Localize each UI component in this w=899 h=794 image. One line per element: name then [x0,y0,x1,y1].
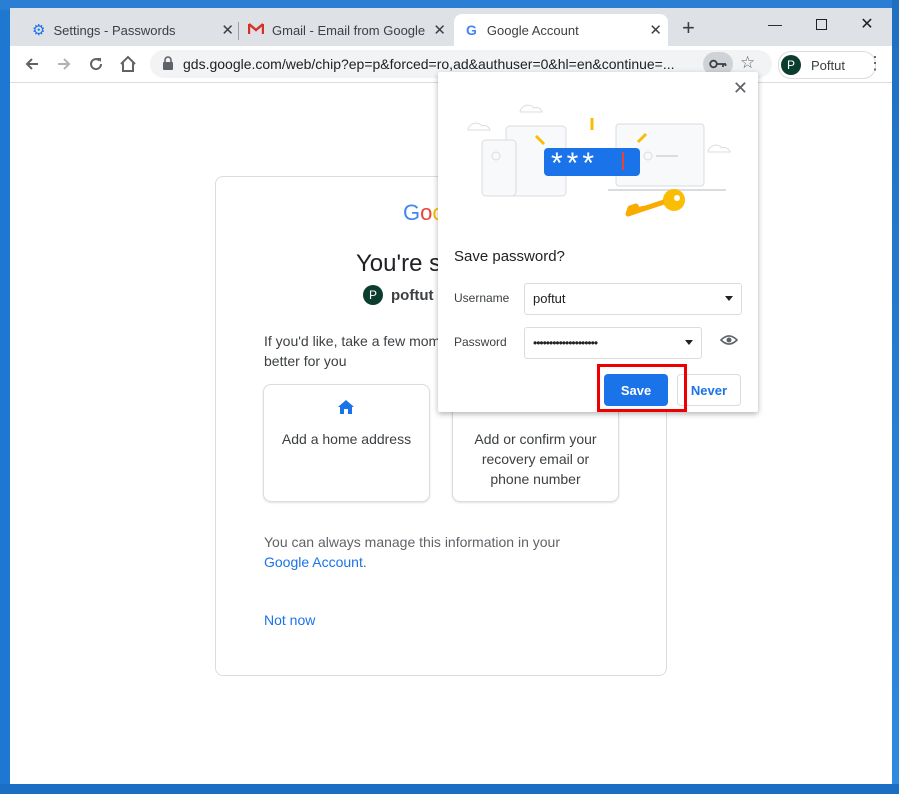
tab-separator [238,22,239,40]
tab-google-account[interactable]: G Google Account ✕ [454,14,668,46]
password-select[interactable]: •••••••••••••••••••• [524,327,702,359]
tab-gmail[interactable]: Gmail - Email from Google ✕ [240,14,452,46]
menu-icon[interactable]: ⋮ [866,54,884,72]
home-icon [120,55,136,72]
manage-text: You can always manage this information i… [264,534,560,550]
maximize-icon [815,18,827,30]
close-icon[interactable]: ✕ [649,21,662,39]
tab-title: Gmail - Email from Google [272,22,426,38]
reload-icon [90,58,103,71]
add-home-address-option[interactable]: Add a home address [263,384,430,502]
desktop-background-bottom [0,784,899,794]
password-value: •••••••••••••••••••• [533,336,598,350]
password-label: Password [454,335,507,349]
svg-text:***: *** [551,147,598,180]
gmail-icon [247,22,265,38]
manage-info-text: You can always manage this information i… [264,534,560,570]
username-label: Username [454,291,510,305]
bookmark-star-icon[interactable]: ☆ [740,53,755,73]
username-value: poftut [533,291,566,306]
account-name: poftut [391,286,434,304]
back-arrow-icon [25,58,38,70]
account-chip: P poftut [363,285,433,305]
new-tab-button[interactable]: + [682,17,695,39]
avatar: P [781,55,801,75]
avatar: P [363,285,383,305]
tab-title: Settings - Passwords [53,22,176,38]
password-illustration: *** [467,104,731,217]
chevron-down-icon [685,340,693,345]
gear-icon: ⚙ [32,22,46,39]
reload-button[interactable] [84,52,108,76]
back-button[interactable] [20,52,44,76]
tab-title: Google Account [486,22,579,38]
intro-text: If you'd like, take a few mom better for… [264,333,441,369]
google-account-link[interactable]: Google Account [264,554,363,570]
close-icon[interactable]: ✕ [433,21,446,39]
option-label: Add a home address [281,431,412,447]
tab-strip: ⚙ Settings - Passwords ✕ Gmail - Email f… [10,8,892,46]
forward-button[interactable] [52,52,76,76]
save-password-dialog: ✕ *** Save password? Username poftut Pas… [438,72,758,412]
lock-icon [163,56,173,70]
desktop-background-right [892,0,899,794]
minimize-button[interactable]: — [752,10,798,38]
home-icon [338,400,354,414]
eye-icon[interactable] [720,334,738,346]
home-button[interactable] [116,52,140,76]
maximize-button[interactable] [798,10,844,38]
profile-button[interactable]: P Poftut [778,51,876,79]
key-icon [709,59,727,69]
highlight-box [597,364,687,412]
chevron-down-icon [725,296,733,301]
page-title: You're s [356,250,442,277]
forward-arrow-icon [58,58,71,70]
not-now-link[interactable]: Not now [264,612,315,628]
profile-name: Poftut [811,57,845,73]
username-select[interactable]: poftut [524,283,742,315]
close-icon[interactable]: ✕ [221,21,234,39]
window-close-button[interactable]: ✕ [844,10,890,38]
google-g-icon: G [466,22,477,38]
tab-settings-passwords[interactable]: ⚙ Settings - Passwords ✕ [18,14,240,46]
url-text: gds.google.com/web/chip?ep=p&forced=ro,a… [183,56,675,72]
dialog-title: Save password? [454,248,565,265]
option-label: Add or confirm your recovery email or ph… [474,431,597,487]
